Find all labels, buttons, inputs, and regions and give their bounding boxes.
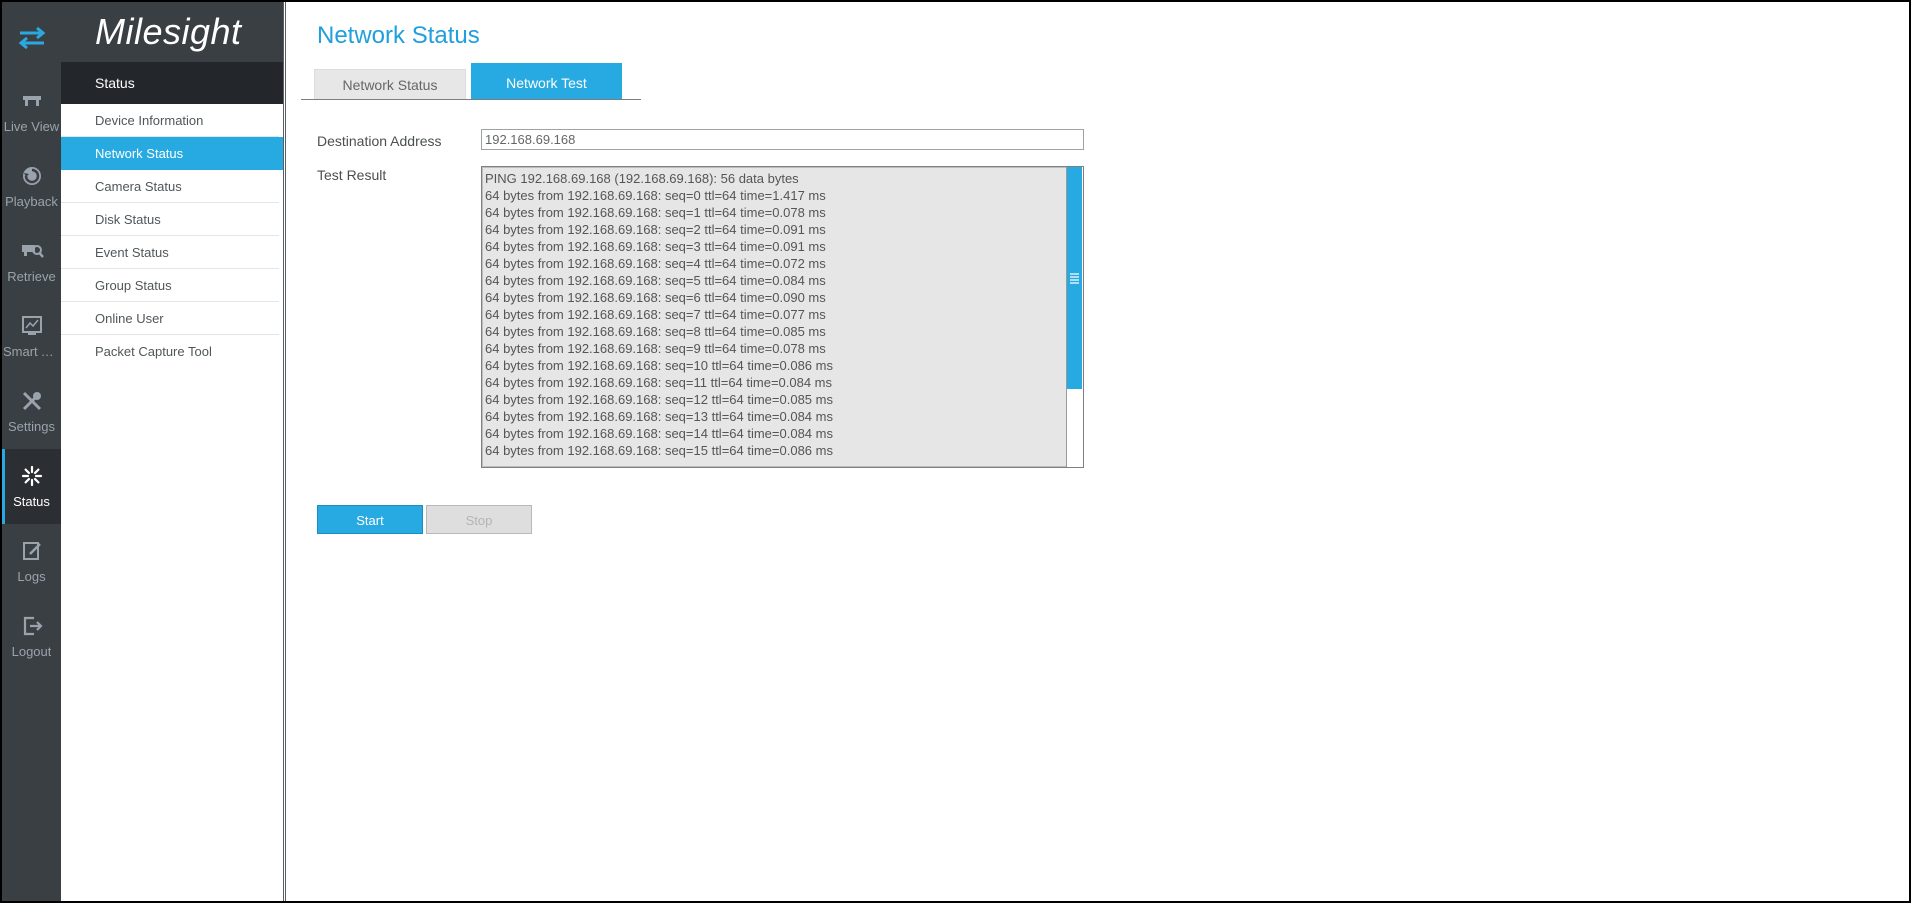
result-line: 64 bytes from 192.168.69.168: seq=10 ttl… bbox=[485, 358, 833, 373]
result-line: 64 bytes from 192.168.69.168: seq=7 ttl=… bbox=[485, 307, 826, 322]
smart-analysis-icon bbox=[21, 316, 42, 335]
scrollbar-thumb[interactable] bbox=[1067, 167, 1082, 389]
test-result-label: Test Result bbox=[317, 167, 387, 183]
rail-item-settings[interactable]: Settings bbox=[2, 374, 61, 449]
swap-arrows-icon bbox=[18, 27, 45, 49]
rail-item-logs[interactable]: Logs bbox=[2, 524, 61, 599]
sidebar-menu: Device Information Network Status Camera… bbox=[61, 104, 283, 367]
result-line: 64 bytes from 192.168.69.168: seq=15 ttl… bbox=[485, 443, 833, 458]
status-icon bbox=[21, 465, 42, 487]
rail-label: Status bbox=[13, 494, 50, 509]
sidebar-item-device-information[interactable]: Device Information bbox=[61, 104, 279, 137]
tab-network-status[interactable]: Network Status bbox=[314, 69, 466, 99]
result-line: 64 bytes from 192.168.69.168: seq=8 ttl=… bbox=[485, 324, 826, 339]
logo: Milesight bbox=[95, 11, 242, 52]
rail-label: Smart A... bbox=[3, 344, 60, 359]
rail-label: Logs bbox=[17, 569, 46, 584]
test-result-output: PING 192.168.69.168 (192.168.69.168): 56… bbox=[482, 167, 1067, 467]
retrieve-icon bbox=[21, 245, 44, 258]
rail-label: Retrieve bbox=[7, 269, 56, 284]
rail-item-live-view[interactable]: Live View bbox=[2, 74, 61, 149]
rail-item-smart-analysis[interactable]: Smart A... bbox=[2, 299, 61, 374]
destination-address-input[interactable]: 192.168.69.168 bbox=[481, 129, 1084, 150]
menu-toggle-button[interactable] bbox=[2, 2, 61, 74]
logo-area: Milesight bbox=[61, 2, 283, 62]
grip-lines-icon bbox=[1070, 273, 1079, 284]
sidebar-item-packet-capture-tool[interactable]: Packet Capture Tool bbox=[61, 335, 279, 367]
tab-network-test[interactable]: Network Test bbox=[471, 63, 622, 99]
destination-address-label: Destination Address bbox=[317, 133, 442, 149]
rail-item-logout[interactable]: Logout bbox=[2, 599, 61, 674]
live-view-icon bbox=[22, 96, 41, 106]
rail-item-retrieve[interactable]: Retrieve bbox=[2, 224, 61, 299]
result-line: 64 bytes from 192.168.69.168: seq=5 ttl=… bbox=[485, 273, 826, 288]
logs-icon bbox=[22, 542, 41, 560]
result-line: 64 bytes from 192.168.69.168: seq=0 ttl=… bbox=[485, 188, 826, 203]
status-sidebar: Milesight Status Device Information Netw… bbox=[61, 2, 284, 901]
rail-label: Logout bbox=[11, 644, 52, 659]
start-button[interactable]: Start bbox=[317, 505, 423, 534]
result-line: 64 bytes from 192.168.69.168: seq=11 ttl… bbox=[485, 375, 833, 390]
tab-bar: Network Status Network Test bbox=[301, 63, 641, 100]
result-line: 64 bytes from 192.168.69.168: seq=14 ttl… bbox=[485, 426, 833, 441]
rail-label: Settings bbox=[8, 419, 55, 434]
sidebar-section-title: Status bbox=[61, 62, 283, 104]
rail-item-status[interactable]: Status bbox=[2, 449, 61, 524]
result-line: 64 bytes from 192.168.69.168: seq=4 ttl=… bbox=[485, 256, 826, 271]
result-line: 64 bytes from 192.168.69.168: seq=9 ttl=… bbox=[485, 341, 826, 356]
sidebar-item-network-status[interactable]: Network Status bbox=[61, 137, 283, 170]
stop-button[interactable]: Stop bbox=[426, 505, 532, 534]
result-line: 64 bytes from 192.168.69.168: seq=2 ttl=… bbox=[485, 222, 826, 237]
app-window: Live View Playback Retrieve Smart A... S… bbox=[0, 0, 1911, 903]
result-line: 64 bytes from 192.168.69.168: seq=1 ttl=… bbox=[485, 205, 826, 220]
rail-item-playback[interactable]: Playback bbox=[2, 149, 61, 224]
main-content: Network Status Network Status Network Te… bbox=[298, 2, 1909, 901]
result-line: 64 bytes from 192.168.69.168: seq=6 ttl=… bbox=[485, 290, 826, 305]
sidebar-item-group-status[interactable]: Group Status bbox=[61, 269, 279, 302]
page-title: Network Status bbox=[317, 22, 480, 49]
result-line: 64 bytes from 192.168.69.168: seq=3 ttl=… bbox=[485, 239, 826, 254]
sidebar-item-disk-status[interactable]: Disk Status bbox=[61, 203, 279, 236]
test-result-box: PING 192.168.69.168 (192.168.69.168): 56… bbox=[481, 166, 1084, 468]
sidebar-item-event-status[interactable]: Event Status bbox=[61, 236, 279, 269]
sidebar-item-camera-status[interactable]: Camera Status bbox=[61, 170, 279, 203]
panel-divider bbox=[283, 2, 286, 901]
result-line: PING 192.168.69.168 (192.168.69.168): 56… bbox=[485, 171, 799, 186]
playback-icon bbox=[22, 167, 41, 185]
sidebar-item-online-user[interactable]: Online User bbox=[61, 302, 279, 335]
main-nav-rail: Live View Playback Retrieve Smart A... S… bbox=[2, 2, 61, 901]
logout-icon bbox=[23, 616, 43, 636]
result-line: 64 bytes from 192.168.69.168: seq=13 ttl… bbox=[485, 409, 833, 424]
settings-icon bbox=[22, 391, 41, 411]
rail-label: Playback bbox=[5, 194, 58, 209]
result-line: 64 bytes from 192.168.69.168: seq=12 ttl… bbox=[485, 392, 833, 407]
result-scrollbar[interactable] bbox=[1066, 167, 1083, 467]
rail-label: Live View bbox=[3, 119, 60, 134]
